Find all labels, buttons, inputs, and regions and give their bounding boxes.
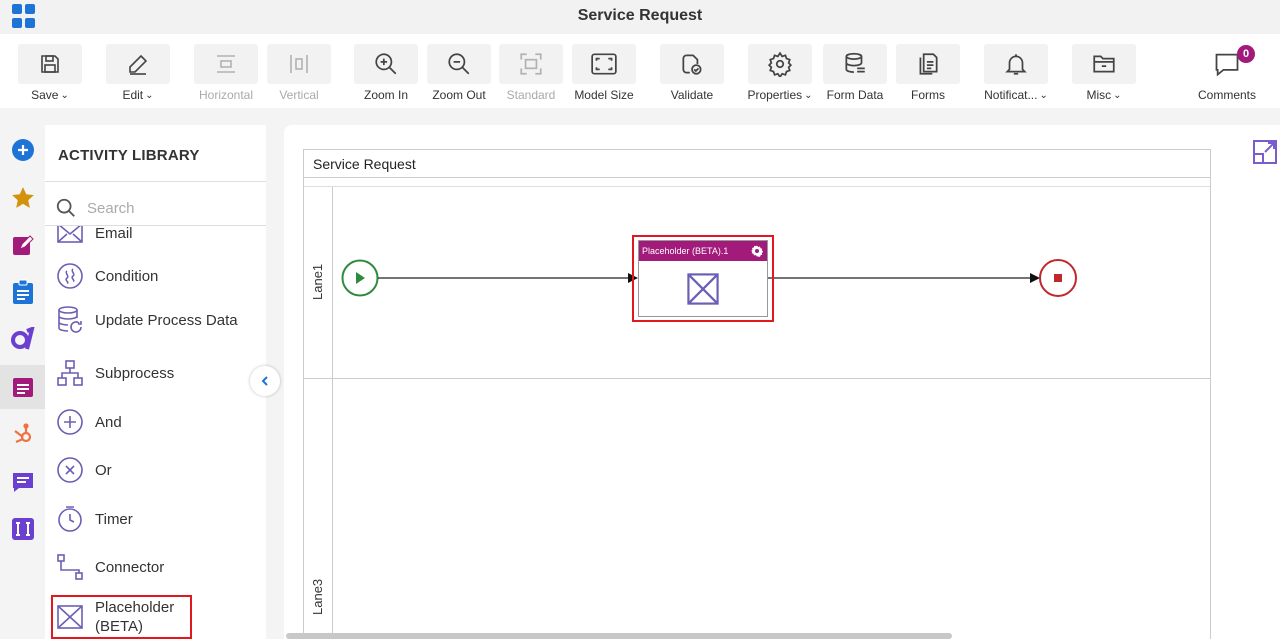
placeholder-task[interactable]: Placeholder (BETA).1 xyxy=(638,240,768,317)
task-title: Placeholder (BETA).1 xyxy=(642,246,729,256)
task-header: Placeholder (BETA).1 xyxy=(639,241,767,261)
sequence-flow-2[interactable] xyxy=(768,273,1040,283)
horizontal-scrollbar[interactable] xyxy=(286,633,952,639)
start-event[interactable] xyxy=(341,259,379,297)
end-event[interactable] xyxy=(1039,259,1077,297)
placeholder-icon xyxy=(687,273,719,305)
sequence-flow-1[interactable] xyxy=(378,273,638,283)
gear-icon[interactable] xyxy=(751,245,763,257)
